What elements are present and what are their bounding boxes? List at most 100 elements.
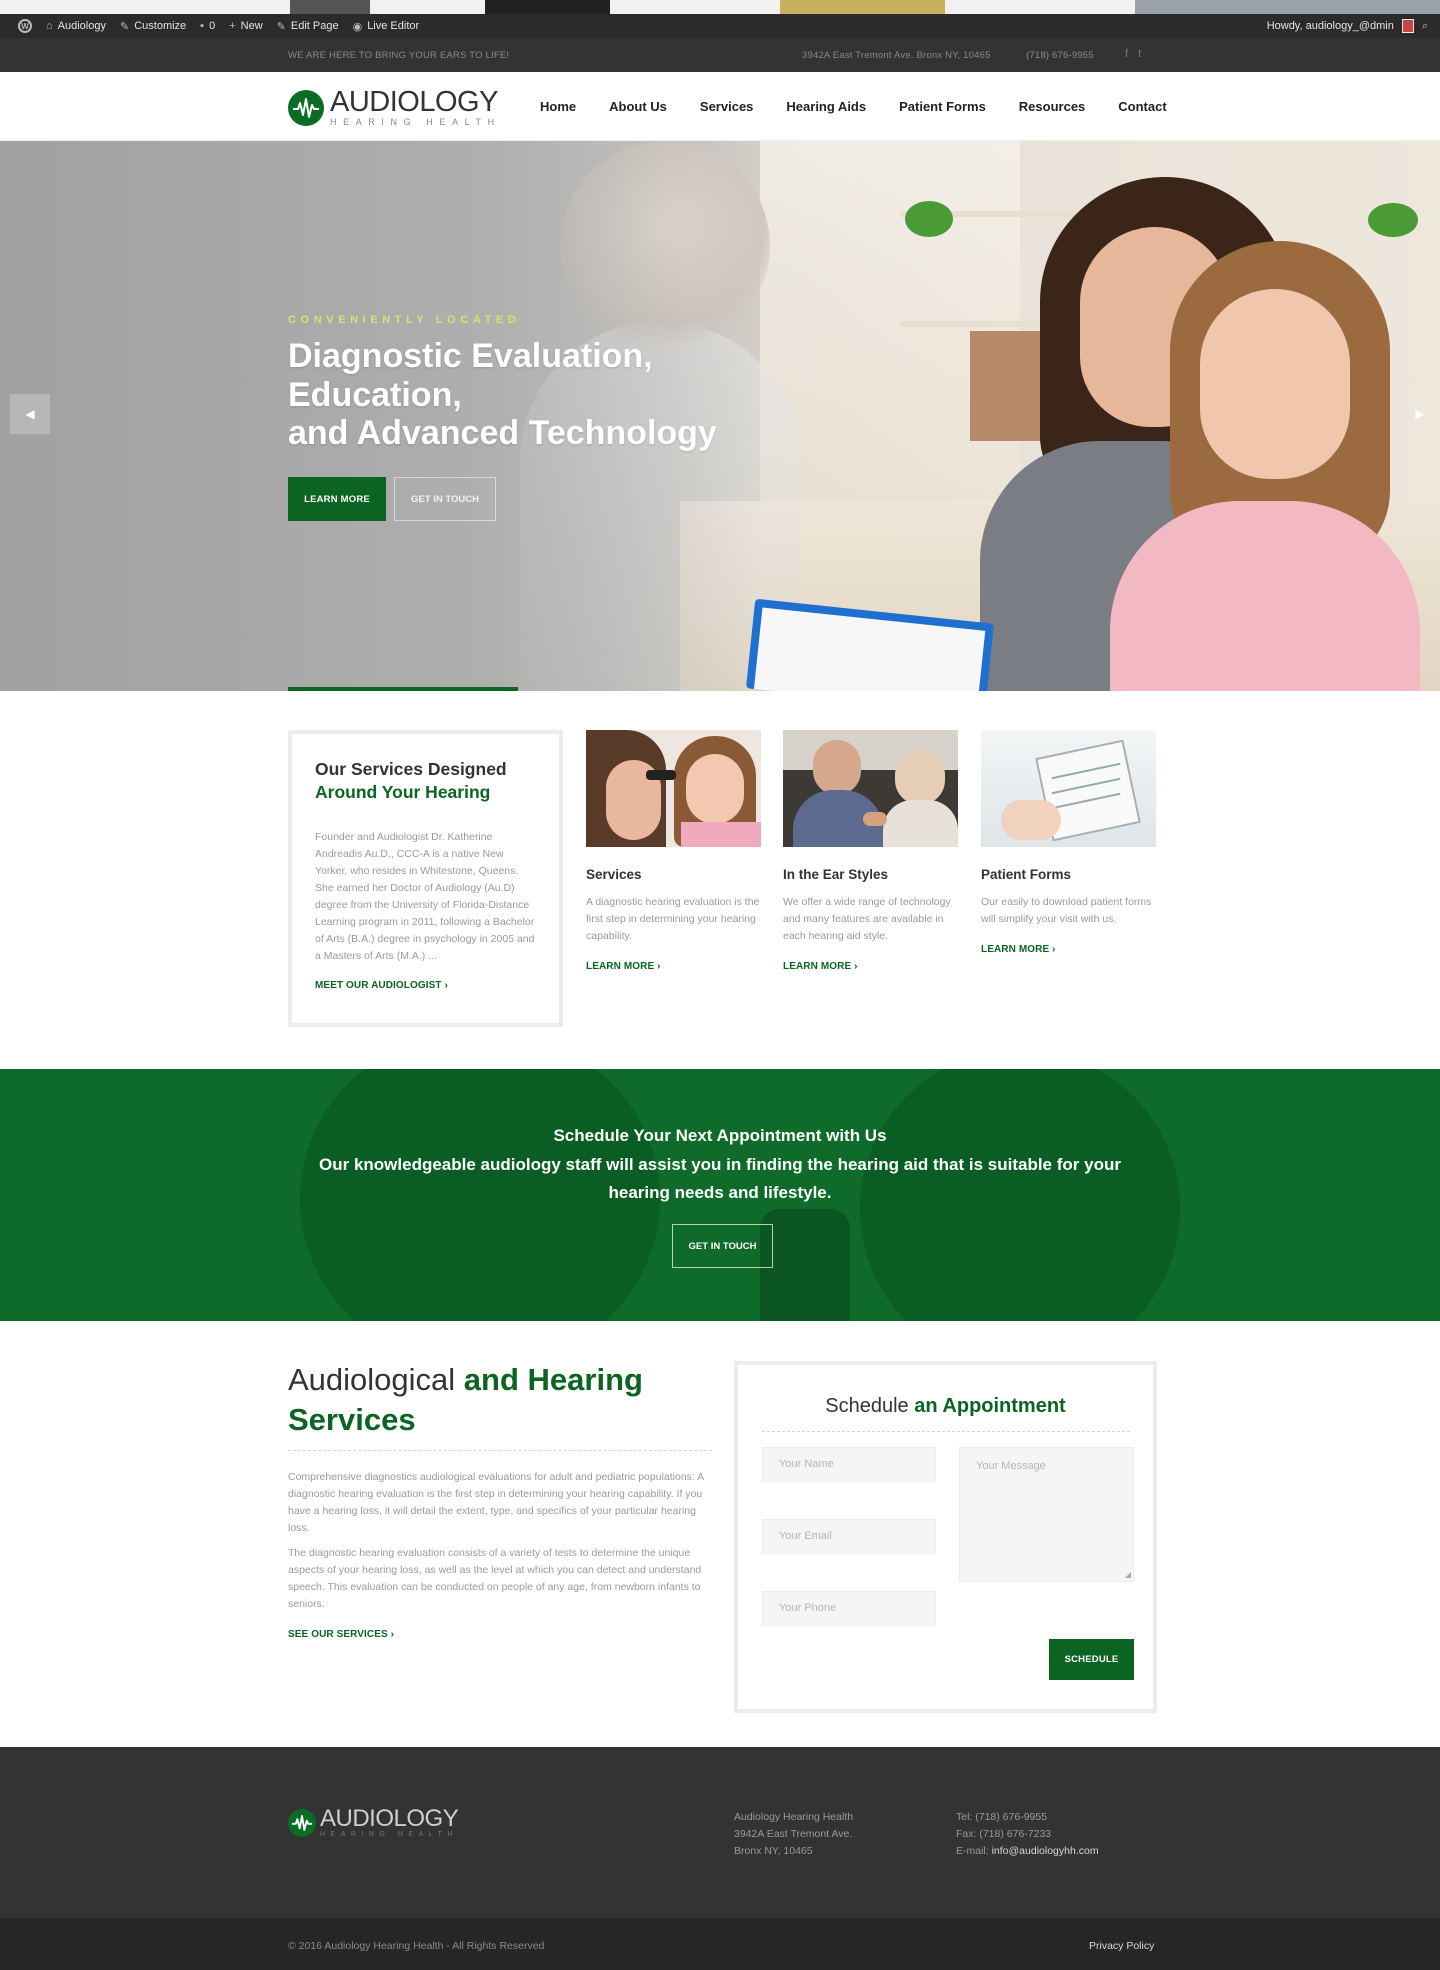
service-card: Patient Forms Our easily to download pat… — [981, 730, 1156, 955]
footer-email-row: E-mail: info@audiologyhh.com — [956, 1843, 1099, 1860]
card-image-otoscope[interactable] — [586, 730, 761, 847]
service-card: In the Ear Styles We offer a wide range … — [783, 730, 958, 972]
top-info-bar: WE ARE HERE TO BRING YOUR EARS TO LIFE! … — [0, 38, 1440, 72]
card-learn-more-link[interactable]: LEARN MORE › — [981, 944, 1156, 955]
logo-subtitle: HEARING HEALTH — [330, 117, 501, 127]
facebook-icon[interactable]: f — [1125, 48, 1128, 60]
eye-icon: ◉ — [352, 20, 363, 33]
form-title-plain: Schedule — [825, 1395, 915, 1417]
footer-tel: Tel: (718) 676-9955 — [956, 1811, 1048, 1823]
pencil-icon: ✎ — [276, 20, 286, 33]
footer-street: 3942A East Tremont Ave. — [734, 1828, 853, 1840]
nav-contact[interactable]: Contact — [1118, 99, 1166, 114]
footer-org: Audiology Hearing Health — [734, 1811, 854, 1823]
slider-prev-arrow-icon[interactable]: ◀ — [10, 394, 50, 434]
nav-hearing-aids[interactable]: Hearing Aids — [786, 99, 866, 114]
site-footer: AUDIOLOGY HEARING HEALTH Audiology Heari… — [0, 1747, 1440, 1918]
card-learn-more-link[interactable]: LEARN MORE › — [783, 961, 958, 972]
schedule-button[interactable]: SCHEDULE — [1049, 1639, 1134, 1680]
nav-patient-forms[interactable]: Patient Forms — [899, 99, 986, 114]
email-field[interactable]: Your Email — [762, 1519, 936, 1554]
footer-fax: Fax: (718) 676-7233 — [956, 1828, 1052, 1840]
slider-progress-track — [0, 687, 1440, 691]
admin-live-editor-link[interactable]: ◉ Live Editor — [353, 20, 420, 33]
footer-logo-subtitle: HEARING HEALTH — [320, 1831, 458, 1838]
strip-thumb — [1135, 0, 1440, 14]
appointment-form: Schedule an Appointment Your Name Your E… — [734, 1361, 1157, 1713]
cta-get-in-touch-button[interactable]: GET IN TOUCH — [672, 1224, 773, 1268]
footer-email-link[interactable]: info@audiologyhh.com — [992, 1845, 1099, 1857]
twitter-icon[interactable]: t — [1138, 48, 1141, 60]
card-title: Services — [586, 867, 642, 882]
audiological-title-plain: Audiological — [288, 1362, 464, 1397]
thumbnail-strip — [0, 0, 1440, 14]
hero-title-line: Diagnostic Evaluation, — [288, 337, 653, 375]
audiological-title: Audiological and Hearing Services — [288, 1360, 712, 1440]
meet-audiologist-link[interactable]: MEET OUR AUDIOLOGIST › — [315, 980, 537, 991]
search-icon[interactable]: ⌕ — [1422, 20, 1428, 33]
hero-title: Diagnostic Evaluation, Education, and Ad… — [288, 337, 848, 453]
resize-handle-icon[interactable]: ◢ — [1125, 1570, 1131, 1579]
privacy-policy-link[interactable]: Privacy Policy — [1089, 1940, 1154, 1952]
site-logo[interactable]: AUDIOLOGY HEARING HEALTH — [288, 88, 501, 127]
admin-edit-page-link[interactable]: ✎ Edit Page — [277, 20, 339, 33]
avatar[interactable] — [1401, 19, 1414, 33]
card-body: Our easily to download patient forms wil… — [981, 896, 1152, 925]
footer-city: Bronx NY, 10465 — [734, 1845, 813, 1857]
wordpress-menu[interactable]: W — [14, 19, 32, 33]
slider-next-arrow-icon[interactable]: ▶ — [1400, 394, 1440, 434]
hero-learn-more-button[interactable]: LEARN MORE — [288, 477, 386, 521]
nav-resources[interactable]: Resources — [1019, 99, 1085, 114]
message-field[interactable]: Your Message ◢ — [959, 1447, 1134, 1582]
footer-logo-waveform-icon — [288, 1808, 316, 1837]
hero-books — [970, 331, 1050, 441]
card-learn-more-link[interactable]: LEARN MORE › — [586, 961, 761, 972]
form-title: Schedule an Appointment — [738, 1395, 1153, 1418]
hero-title-line: Education, — [288, 375, 462, 414]
main-nav: Home About Us Services Hearing Aids Pati… — [540, 99, 1167, 114]
footer-contact: Tel: (718) 676-9955 Fax: (718) 676-7233 … — [956, 1809, 1099, 1860]
admin-new-link[interactable]: + New — [229, 20, 262, 32]
appointment-cta: Schedule Your Next Appointment with Us O… — [0, 1069, 1440, 1321]
copyright-text: © 2016 Audiology Hearing Health - All Ri… — [288, 1940, 545, 1952]
admin-customize-link[interactable]: ✎ Customize — [120, 20, 186, 33]
nav-services[interactable]: Services — [700, 99, 754, 114]
strip-thumb — [485, 0, 610, 14]
plus-icon: + — [229, 20, 236, 32]
form-title-green: an Appointment — [914, 1395, 1066, 1417]
logo-brand: AUDIOLOGY — [330, 86, 498, 118]
cta-heading: Schedule Your Next Appointment with Us — [553, 1126, 887, 1145]
strip-thumb — [780, 0, 945, 14]
comment-icon: ▪ — [200, 20, 205, 32]
card-image-forms[interactable] — [981, 730, 1156, 847]
card-body: We offer a wide range of technology and … — [783, 896, 951, 942]
see-services-link[interactable]: SEE OUR SERVICES › — [288, 1629, 712, 1640]
card-image-consultation[interactable] — [783, 730, 958, 847]
cta-microscope — [760, 1209, 850, 1321]
intro-title-line2: Around Your Hearing — [315, 782, 491, 802]
hero-kicker: CONVENIENTLY LOCATED — [288, 314, 521, 326]
footer-logo-brand: AUDIOLOGY — [320, 1805, 459, 1832]
brush-icon: ✎ — [119, 20, 130, 33]
social-links: f t — [1125, 48, 1142, 60]
nav-about-us[interactable]: About Us — [609, 99, 667, 114]
admin-comments-link[interactable]: ▪ 0 — [200, 20, 215, 32]
slider-progress-bar — [288, 687, 518, 691]
logo-waveform-icon — [288, 89, 324, 126]
audiological-para: The diagnostic hearing evaluation consis… — [288, 1547, 702, 1610]
copyright-bar: © 2016 Audiology Hearing Health - All Ri… — [0, 1918, 1440, 1970]
hero-get-in-touch-button[interactable]: GET IN TOUCH — [394, 477, 496, 521]
dashboard-icon: ⌂ — [46, 20, 53, 32]
audiological-services: Audiological and Hearing Services Compre… — [288, 1360, 712, 1640]
card-title: Patient Forms — [981, 867, 1072, 882]
hero-plant — [1368, 203, 1418, 237]
site-header: AUDIOLOGY HEARING HEALTH Home About Us S… — [0, 72, 1440, 141]
footer-logo[interactable]: AUDIOLOGY HEARING HEALTH — [288, 1805, 459, 1838]
name-field[interactable]: Your Name — [762, 1447, 936, 1482]
admin-account-link[interactable]: Howdy, audiology_@dmin — [1267, 20, 1394, 32]
phone-field[interactable]: Your Phone — [762, 1591, 936, 1626]
admin-site-link[interactable]: ⌂ Audiology — [46, 20, 106, 32]
nav-home[interactable]: Home — [540, 99, 576, 114]
message-placeholder: Your Message — [976, 1460, 1046, 1472]
footer-email-label: E-mail: — [956, 1845, 992, 1857]
